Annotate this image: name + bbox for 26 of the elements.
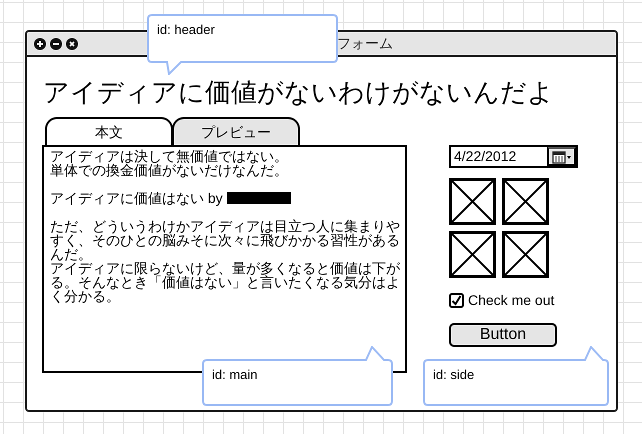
- body-text: アイディアに価値はない by: [50, 191, 223, 206]
- close-icon[interactable]: [66, 38, 78, 50]
- image-placeholder: [502, 231, 549, 278]
- calendar-button[interactable]: [547, 147, 576, 166]
- date-picker[interactable]: 4/22/2012: [449, 145, 578, 168]
- callout-text: id: side: [433, 366, 474, 384]
- body-text: ただ、どういうわけかアイディアは目立つ人に集まりやすく、そのひとの脳みそに次々に飛びかかる習性があるんだ。: [50, 219, 401, 262]
- redaction-bar: [226, 192, 291, 204]
- checkbox-label: Check me out: [468, 291, 554, 310]
- callout-text: id: main: [212, 366, 258, 384]
- checkbox[interactable]: [449, 293, 464, 308]
- image-placeholder: [449, 231, 496, 278]
- maximize-icon[interactable]: [34, 38, 46, 50]
- minimize-icon[interactable]: [50, 38, 62, 50]
- tab[interactable]: プレビュー: [172, 117, 300, 146]
- calendar-icon: [552, 150, 572, 164]
- body-text: 単体での換金価値がないだけなんだ。: [50, 163, 289, 178]
- button[interactable]: Button: [449, 323, 557, 348]
- page-heading: アイディアに価値がないわけがないんだよ: [43, 77, 555, 108]
- window-title: フォーム: [337, 34, 393, 53]
- body-text: アイディアは決して無価値ではない。: [50, 149, 289, 164]
- image-placeholder: [449, 178, 496, 226]
- body-text: アイディアに限らないけど、量が多くなると価値は下がる。そんなとき「価値はない」と言いたくなる気分はよく分かる。: [50, 261, 401, 304]
- tab[interactable]: 本文: [45, 117, 173, 146]
- callout-text: id: header: [157, 21, 215, 39]
- image-placeholder: [502, 178, 549, 226]
